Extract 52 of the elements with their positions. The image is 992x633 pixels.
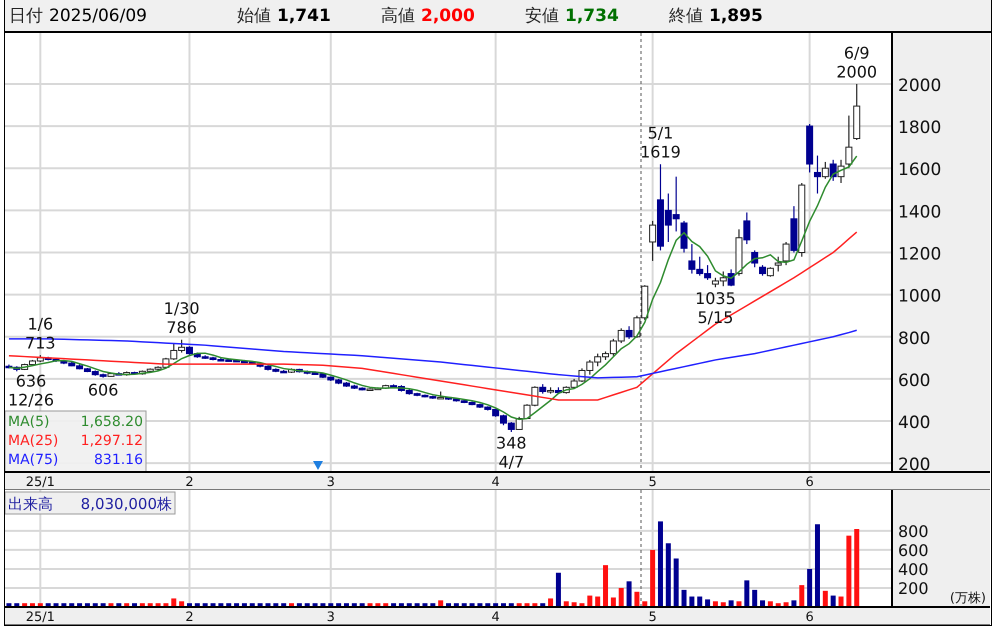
price-annotation: 6/9 2000 (836, 43, 878, 82)
quote-label: 始値 (237, 5, 271, 27)
legend-value: 1,297.12 (80, 433, 143, 449)
volume-axis-label: 800 (898, 522, 929, 541)
date-axis-label: 25/1 (26, 610, 55, 625)
date-axis-label: 25/1 (26, 475, 55, 490)
legend-value: 1,658.20 (80, 414, 143, 430)
price-axis-label: 200 (898, 455, 930, 476)
price-axis-label: 400 (898, 413, 930, 434)
quote-value: 1,741 (277, 6, 331, 26)
legend-value: 831.16 (94, 452, 143, 468)
price-axis-label: 600 (898, 370, 930, 391)
price-axis-label: 1800 (898, 118, 942, 138)
quote-label: 安値 (525, 5, 559, 27)
date-axis-label: 3 (326, 475, 335, 490)
price-annotation: 348 4/7 (496, 434, 527, 472)
quote-value: 1,734 (565, 6, 619, 26)
price-axis-label: 1200 (898, 244, 942, 264)
price-axis-label: 1000 (898, 286, 942, 307)
price-axis-label: 1400 (898, 202, 942, 222)
date-axis-label: 5 (648, 610, 657, 625)
price-axis-label: 1600 (898, 160, 942, 180)
volume-unit: (万株) (950, 591, 986, 606)
price-axis-label: 800 (898, 328, 930, 349)
date-axis-label: 3 (326, 610, 335, 625)
price-axis-label: 2000 (898, 76, 942, 96)
quote-value: 1,895 (709, 6, 763, 26)
volume-axis-label: 600 (898, 540, 929, 560)
date-axis-label: 6 (805, 610, 814, 625)
date-axis-label: 6 (805, 475, 814, 490)
date-value: 2025/06/09 (49, 6, 147, 26)
date-axis-label: 5 (648, 475, 657, 490)
date-axis-label: 4 (491, 610, 500, 625)
volume-axis-label: 200 (898, 578, 929, 598)
legend-label: MA(25) (8, 433, 58, 449)
date-axis-label: 4 (491, 475, 500, 490)
legend-label: MA(75) (8, 452, 58, 468)
quote-label: 終値 (669, 5, 703, 27)
volume-total: 8,030,000株 (80, 495, 172, 513)
price-annotation: 1/30 786 (164, 299, 200, 338)
price-annotation: 636 12/26 (8, 372, 54, 410)
date-label: 日付 (9, 5, 43, 27)
date-axis-label: 2 (185, 475, 194, 490)
volume-axis-label: 400 (898, 560, 929, 579)
legend-label: MA(5) (8, 414, 50, 430)
quote-label: 高値 (381, 5, 415, 27)
date-axis-label: 2 (185, 610, 194, 625)
quote-value: 2,000 (421, 6, 475, 26)
price-annotation: 5/1 1619 (640, 124, 681, 162)
volume-title: 出来高 (8, 495, 53, 513)
price-annotation: 606 (88, 380, 118, 400)
price-annotation: 1/6 713 (25, 314, 56, 352)
